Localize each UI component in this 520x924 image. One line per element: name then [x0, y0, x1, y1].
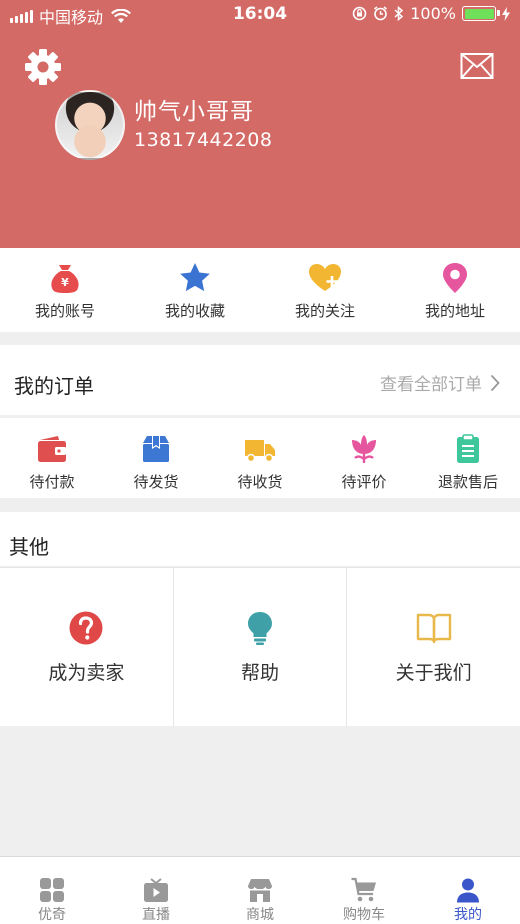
tab-mine-label: 我的 [454, 907, 482, 923]
pending-receipt-button[interactable]: 待收货 [208, 418, 312, 498]
chevron-right-icon [490, 374, 500, 391]
rotation-lock-icon [352, 6, 367, 21]
tab-bar: 优奇 直播 商城 购物车 我的 [0, 856, 520, 924]
profile-header: 中国移动 16:04 100% 帅气小哥哥 13817442208 [0, 0, 520, 248]
pending-payment-button[interactable]: 待付款 [0, 418, 104, 498]
view-all-orders-link[interactable]: 查看全部订单 [380, 370, 500, 395]
grid-icon [40, 878, 64, 902]
view-all-orders-label: 查看全部订单 [380, 375, 482, 395]
others-grid: 成为卖家 帮助 关于我们 [0, 567, 520, 726]
wallet-icon [38, 436, 66, 462]
about-us-button[interactable]: 关于我们 [347, 568, 520, 726]
about-us-label: 关于我们 [395, 662, 472, 684]
tab-cart[interactable]: 购物车 [312, 857, 416, 924]
box-icon [143, 436, 169, 462]
help-button[interactable]: 帮助 [174, 568, 348, 726]
my-favorites-label: 我的收藏 [164, 302, 225, 320]
cart-icon [351, 877, 376, 902]
become-seller-label: 成为卖家 [48, 662, 125, 684]
pending-shipment-button[interactable]: 待发货 [104, 418, 208, 498]
pending-shipment-label: 待发货 [133, 473, 179, 491]
bluetooth-icon [394, 6, 404, 21]
refund-after-sale-button[interactable]: 退款售后 [416, 418, 520, 498]
avatar[interactable] [55, 90, 125, 160]
battery-icon [462, 6, 500, 21]
tab-youqi-label: 优奇 [38, 907, 66, 923]
alarm-icon [374, 6, 388, 21]
others-title: 其他 [9, 535, 49, 559]
truck-icon [245, 440, 275, 463]
mail-icon[interactable] [460, 52, 494, 80]
others-header: 其他 [0, 512, 520, 566]
orders-header: 我的订单 查看全部订单 [0, 345, 520, 415]
flower-icon [352, 435, 376, 463]
my-follows-button[interactable]: 我的关注 [260, 248, 390, 332]
store-icon [248, 879, 272, 902]
refund-after-sale-label: 退款售后 [437, 473, 498, 491]
question-icon [69, 611, 103, 645]
my-address-button[interactable]: 我的地址 [390, 248, 520, 332]
tab-store-label: 商城 [246, 907, 274, 923]
clipboard-icon [457, 434, 479, 463]
pending-receipt-label: 待收货 [237, 473, 283, 491]
gear-icon[interactable] [24, 48, 62, 86]
charging-bolt-icon [502, 6, 510, 21]
battery-level-fill [464, 8, 494, 19]
quick-menu: ¥ 我的账号 我的收藏 我的关注 我的地址 [0, 248, 520, 332]
tab-mine[interactable]: 我的 [416, 857, 520, 924]
tab-store[interactable]: 商城 [208, 857, 312, 924]
help-label: 帮助 [241, 662, 280, 684]
my-account-button[interactable]: ¥ 我的账号 [0, 248, 130, 332]
pending-payment-label: 待付款 [29, 473, 75, 491]
become-seller-button[interactable]: 成为卖家 [0, 568, 174, 726]
tab-cart-label: 购物车 [343, 907, 385, 923]
pending-review-label: 待评价 [341, 473, 387, 491]
my-favorites-button[interactable]: 我的收藏 [130, 248, 260, 332]
tab-live-label: 直播 [142, 907, 170, 923]
money-bag-icon: ¥ [51, 265, 79, 293]
my-follows-label: 我的关注 [294, 302, 355, 320]
lightbulb-icon [248, 612, 272, 645]
pending-review-button[interactable]: 待评价 [312, 418, 416, 498]
user-phone: 13817442208 [134, 129, 273, 151]
orders-title: 我的订单 [14, 374, 94, 398]
book-icon [416, 613, 451, 644]
status-bar: 中国移动 16:04 100% [0, 0, 520, 30]
tab-live[interactable]: 直播 [104, 857, 208, 924]
user-icon [457, 878, 479, 903]
my-account-label: 我的账号 [34, 302, 95, 320]
my-address-label: 我的地址 [424, 302, 485, 320]
heart-plus-icon [309, 264, 341, 291]
order-status-row: 待付款 待发货 待收货 待评价 退款售后 [0, 418, 520, 498]
user-name: 帅气小哥哥 [134, 99, 254, 125]
location-pin-icon [443, 263, 467, 293]
tab-youqi[interactable]: 优奇 [0, 857, 104, 924]
status-right: 100% [352, 4, 510, 23]
star-icon [180, 263, 210, 292]
tv-play-icon [144, 878, 168, 902]
svg-text:¥: ¥ [61, 276, 69, 289]
battery-percent: 100% [410, 4, 456, 23]
